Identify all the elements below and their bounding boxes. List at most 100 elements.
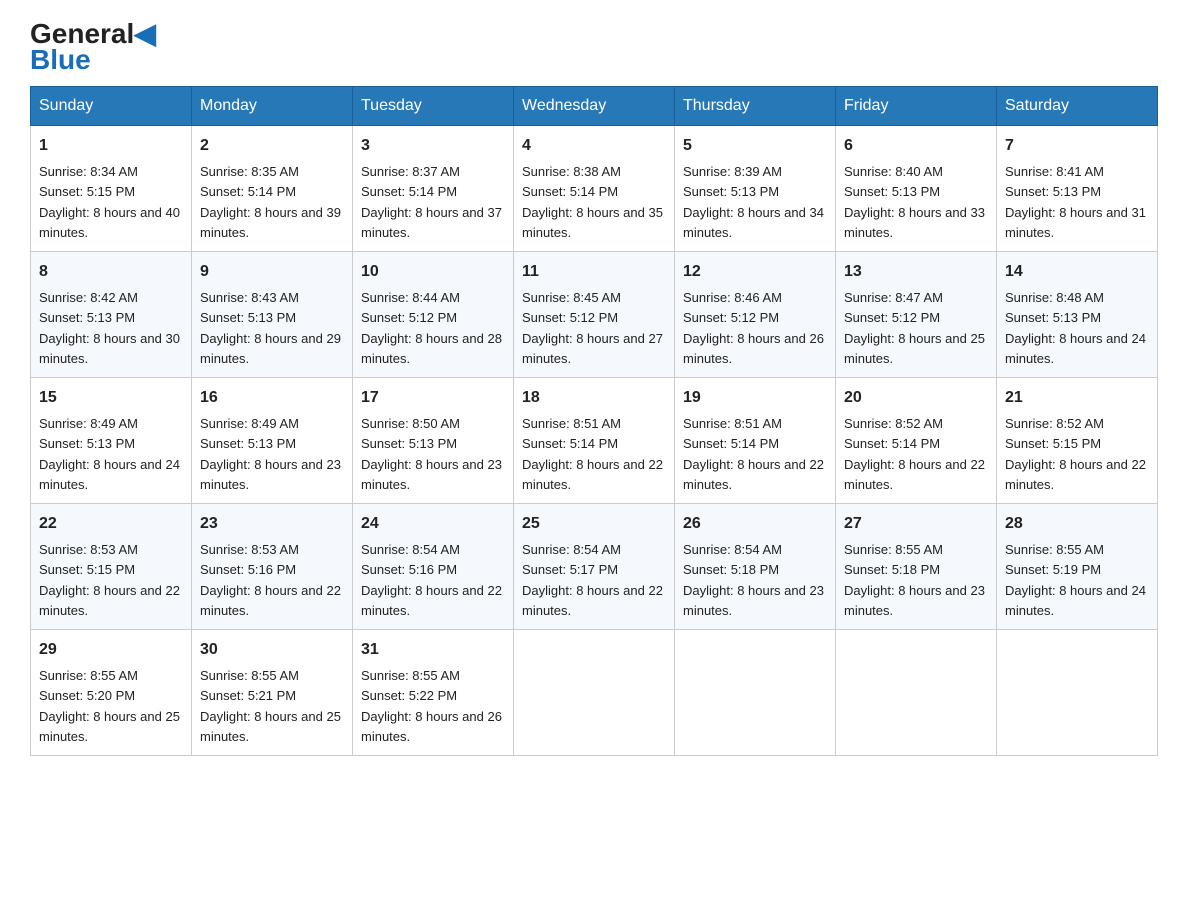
day-info: Sunrise: 8:49 AMSunset: 5:13 PMDaylight:… <box>200 416 341 492</box>
calendar-cell <box>514 630 675 756</box>
day-number: 21 <box>1005 386 1149 410</box>
calendar-cell: 24 Sunrise: 8:54 AMSunset: 5:16 PMDaylig… <box>353 504 514 630</box>
calendar-cell <box>997 630 1158 756</box>
logo-blue-text: Blue <box>30 44 91 76</box>
day-number: 22 <box>39 512 183 536</box>
day-info: Sunrise: 8:47 AMSunset: 5:12 PMDaylight:… <box>844 290 985 366</box>
day-info: Sunrise: 8:42 AMSunset: 5:13 PMDaylight:… <box>39 290 180 366</box>
calendar-cell: 28 Sunrise: 8:55 AMSunset: 5:19 PMDaylig… <box>997 504 1158 630</box>
calendar-cell: 4 Sunrise: 8:38 AMSunset: 5:14 PMDayligh… <box>514 126 675 252</box>
calendar-week-row: 29 Sunrise: 8:55 AMSunset: 5:20 PMDaylig… <box>31 630 1158 756</box>
day-number: 3 <box>361 134 505 158</box>
day-number: 15 <box>39 386 183 410</box>
calendar-cell <box>675 630 836 756</box>
calendar-cell: 26 Sunrise: 8:54 AMSunset: 5:18 PMDaylig… <box>675 504 836 630</box>
day-number: 30 <box>200 638 344 662</box>
day-info: Sunrise: 8:55 AMSunset: 5:21 PMDaylight:… <box>200 668 341 744</box>
day-info: Sunrise: 8:44 AMSunset: 5:12 PMDaylight:… <box>361 290 502 366</box>
day-number: 14 <box>1005 260 1149 284</box>
day-info: Sunrise: 8:38 AMSunset: 5:14 PMDaylight:… <box>522 164 663 240</box>
calendar-cell: 20 Sunrise: 8:52 AMSunset: 5:14 PMDaylig… <box>836 378 997 504</box>
calendar-cell: 2 Sunrise: 8:35 AMSunset: 5:14 PMDayligh… <box>192 126 353 252</box>
day-info: Sunrise: 8:54 AMSunset: 5:16 PMDaylight:… <box>361 542 502 618</box>
calendar-cell: 22 Sunrise: 8:53 AMSunset: 5:15 PMDaylig… <box>31 504 192 630</box>
calendar-cell: 9 Sunrise: 8:43 AMSunset: 5:13 PMDayligh… <box>192 252 353 378</box>
day-number: 12 <box>683 260 827 284</box>
calendar-cell: 31 Sunrise: 8:55 AMSunset: 5:22 PMDaylig… <box>353 630 514 756</box>
calendar-header: SundayMondayTuesdayWednesdayThursdayFrid… <box>31 87 1158 126</box>
weekday-header-tuesday: Tuesday <box>353 87 514 126</box>
calendar-week-row: 1 Sunrise: 8:34 AMSunset: 5:15 PMDayligh… <box>31 126 1158 252</box>
calendar-cell: 21 Sunrise: 8:52 AMSunset: 5:15 PMDaylig… <box>997 378 1158 504</box>
day-number: 28 <box>1005 512 1149 536</box>
day-number: 6 <box>844 134 988 158</box>
day-info: Sunrise: 8:41 AMSunset: 5:13 PMDaylight:… <box>1005 164 1146 240</box>
day-info: Sunrise: 8:54 AMSunset: 5:18 PMDaylight:… <box>683 542 824 618</box>
day-info: Sunrise: 8:48 AMSunset: 5:13 PMDaylight:… <box>1005 290 1146 366</box>
weekday-header-saturday: Saturday <box>997 87 1158 126</box>
calendar-cell: 27 Sunrise: 8:55 AMSunset: 5:18 PMDaylig… <box>836 504 997 630</box>
weekday-header-monday: Monday <box>192 87 353 126</box>
day-number: 13 <box>844 260 988 284</box>
day-info: Sunrise: 8:55 AMSunset: 5:22 PMDaylight:… <box>361 668 502 744</box>
calendar-cell: 7 Sunrise: 8:41 AMSunset: 5:13 PMDayligh… <box>997 126 1158 252</box>
day-number: 4 <box>522 134 666 158</box>
day-info: Sunrise: 8:55 AMSunset: 5:20 PMDaylight:… <box>39 668 180 744</box>
day-number: 5 <box>683 134 827 158</box>
day-info: Sunrise: 8:52 AMSunset: 5:14 PMDaylight:… <box>844 416 985 492</box>
calendar-cell: 15 Sunrise: 8:49 AMSunset: 5:13 PMDaylig… <box>31 378 192 504</box>
day-info: Sunrise: 8:40 AMSunset: 5:13 PMDaylight:… <box>844 164 985 240</box>
day-number: 11 <box>522 260 666 284</box>
calendar-cell: 8 Sunrise: 8:42 AMSunset: 5:13 PMDayligh… <box>31 252 192 378</box>
weekday-header-friday: Friday <box>836 87 997 126</box>
day-number: 24 <box>361 512 505 536</box>
day-info: Sunrise: 8:43 AMSunset: 5:13 PMDaylight:… <box>200 290 341 366</box>
calendar-cell: 10 Sunrise: 8:44 AMSunset: 5:12 PMDaylig… <box>353 252 514 378</box>
calendar-cell: 5 Sunrise: 8:39 AMSunset: 5:13 PMDayligh… <box>675 126 836 252</box>
day-info: Sunrise: 8:53 AMSunset: 5:16 PMDaylight:… <box>200 542 341 618</box>
calendar-cell: 11 Sunrise: 8:45 AMSunset: 5:12 PMDaylig… <box>514 252 675 378</box>
day-number: 25 <box>522 512 666 536</box>
day-number: 20 <box>844 386 988 410</box>
day-info: Sunrise: 8:46 AMSunset: 5:12 PMDaylight:… <box>683 290 824 366</box>
calendar-cell: 18 Sunrise: 8:51 AMSunset: 5:14 PMDaylig… <box>514 378 675 504</box>
day-info: Sunrise: 8:54 AMSunset: 5:17 PMDaylight:… <box>522 542 663 618</box>
day-info: Sunrise: 8:50 AMSunset: 5:13 PMDaylight:… <box>361 416 502 492</box>
calendar-cell: 16 Sunrise: 8:49 AMSunset: 5:13 PMDaylig… <box>192 378 353 504</box>
day-number: 19 <box>683 386 827 410</box>
weekday-header-row: SundayMondayTuesdayWednesdayThursdayFrid… <box>31 87 1158 126</box>
calendar-week-row: 22 Sunrise: 8:53 AMSunset: 5:15 PMDaylig… <box>31 504 1158 630</box>
logo: General◀ Blue <box>30 20 156 76</box>
calendar-cell: 6 Sunrise: 8:40 AMSunset: 5:13 PMDayligh… <box>836 126 997 252</box>
logo-triangle-icon: ◀ <box>134 18 156 49</box>
day-number: 29 <box>39 638 183 662</box>
day-number: 31 <box>361 638 505 662</box>
day-number: 9 <box>200 260 344 284</box>
day-info: Sunrise: 8:51 AMSunset: 5:14 PMDaylight:… <box>683 416 824 492</box>
calendar-week-row: 15 Sunrise: 8:49 AMSunset: 5:13 PMDaylig… <box>31 378 1158 504</box>
calendar-week-row: 8 Sunrise: 8:42 AMSunset: 5:13 PMDayligh… <box>31 252 1158 378</box>
day-number: 8 <box>39 260 183 284</box>
calendar-cell: 12 Sunrise: 8:46 AMSunset: 5:12 PMDaylig… <box>675 252 836 378</box>
day-number: 7 <box>1005 134 1149 158</box>
calendar-cell: 17 Sunrise: 8:50 AMSunset: 5:13 PMDaylig… <box>353 378 514 504</box>
calendar-cell: 13 Sunrise: 8:47 AMSunset: 5:12 PMDaylig… <box>836 252 997 378</box>
day-info: Sunrise: 8:45 AMSunset: 5:12 PMDaylight:… <box>522 290 663 366</box>
day-info: Sunrise: 8:55 AMSunset: 5:18 PMDaylight:… <box>844 542 985 618</box>
day-info: Sunrise: 8:37 AMSunset: 5:14 PMDaylight:… <box>361 164 502 240</box>
weekday-header-wednesday: Wednesday <box>514 87 675 126</box>
day-info: Sunrise: 8:39 AMSunset: 5:13 PMDaylight:… <box>683 164 824 240</box>
weekday-header-thursday: Thursday <box>675 87 836 126</box>
calendar-cell: 30 Sunrise: 8:55 AMSunset: 5:21 PMDaylig… <box>192 630 353 756</box>
calendar-cell <box>836 630 997 756</box>
day-number: 23 <box>200 512 344 536</box>
calendar-cell: 25 Sunrise: 8:54 AMSunset: 5:17 PMDaylig… <box>514 504 675 630</box>
calendar-cell: 3 Sunrise: 8:37 AMSunset: 5:14 PMDayligh… <box>353 126 514 252</box>
day-number: 2 <box>200 134 344 158</box>
day-number: 17 <box>361 386 505 410</box>
day-info: Sunrise: 8:55 AMSunset: 5:19 PMDaylight:… <box>1005 542 1146 618</box>
day-number: 27 <box>844 512 988 536</box>
calendar-cell: 23 Sunrise: 8:53 AMSunset: 5:16 PMDaylig… <box>192 504 353 630</box>
day-number: 26 <box>683 512 827 536</box>
page-header: General◀ Blue <box>30 20 1158 76</box>
